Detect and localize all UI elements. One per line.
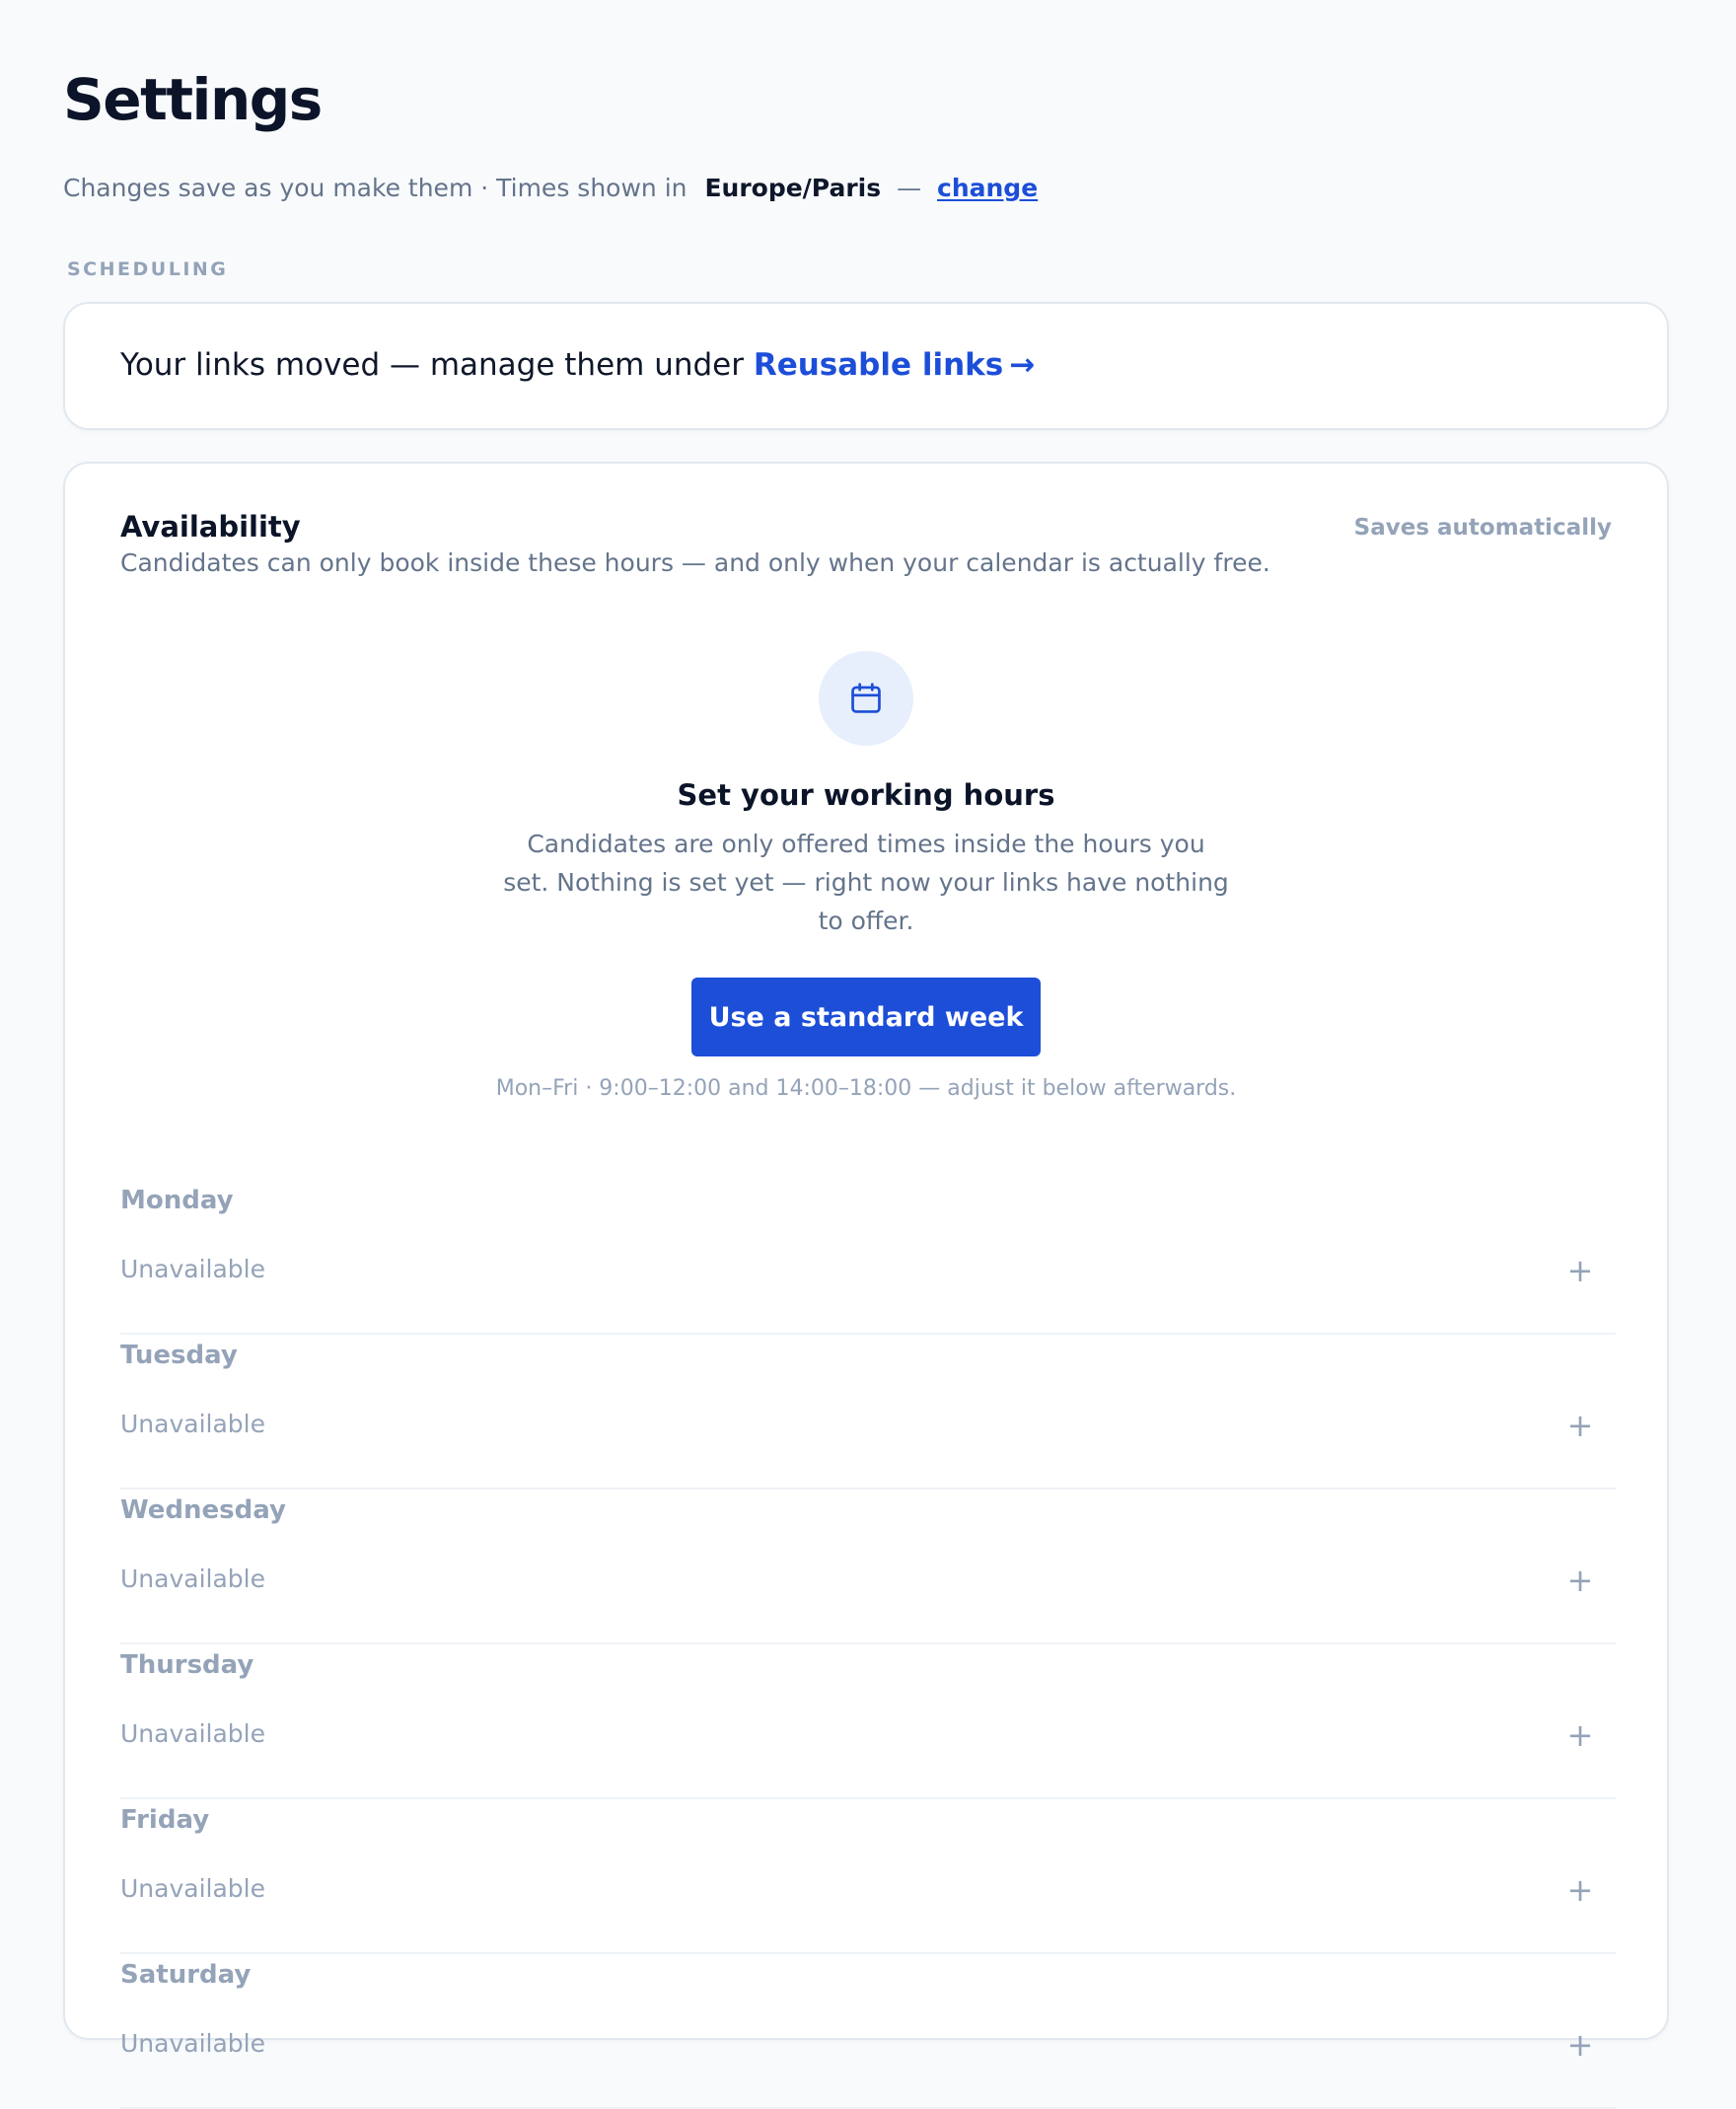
availability-description: Candidates can only book inside these ho… — [120, 548, 1270, 577]
availability-card: Availability Saves automatically Candida… — [63, 462, 1669, 2109]
add-hours-button[interactable]: + — [1562, 1408, 1598, 1443]
day-status: Unavailable — [120, 1410, 265, 1438]
calendar-icon-badge — [819, 651, 913, 746]
day-row-saturday: Saturday Unavailable + — [120, 1954, 1616, 2109]
day-row-friday: Friday Unavailable + — [120, 1799, 1616, 1954]
weekday-list: Monday Unavailable + Tuesday Unavailable… — [120, 1180, 1616, 2109]
reusable-links-link[interactable]: Reusable links → — [754, 347, 1035, 383]
notice-message: Your links moved — manage them under — [120, 347, 754, 383]
notice-text: Your links moved — manage them under Reu… — [120, 346, 1035, 384]
page-title: Settings — [63, 66, 323, 133]
timezone-value: Europe/Paris — [704, 174, 882, 202]
change-timezone-link[interactable]: change — [937, 174, 1038, 202]
subtitle-separator: — — [897, 174, 922, 202]
arrow-right-icon: → — [1009, 347, 1036, 383]
day-status: Unavailable — [120, 1719, 265, 1748]
reusable-links-label: Reusable links — [753, 347, 1004, 383]
day-name: Monday — [120, 1186, 234, 1215]
add-hours-button[interactable]: + — [1562, 1872, 1598, 1908]
day-name: Tuesday — [120, 1341, 238, 1370]
add-hours-button[interactable]: + — [1562, 1717, 1598, 1753]
day-status: Unavailable — [120, 2029, 265, 2058]
empty-state-title: Set your working hours — [677, 778, 1055, 812]
add-hours-button[interactable]: + — [1562, 2027, 1598, 2063]
add-hours-button[interactable]: + — [1562, 1563, 1598, 1598]
day-row-monday: Monday Unavailable + — [120, 1180, 1616, 1335]
empty-state-body: Candidates are only offered times inside… — [503, 830, 1229, 935]
day-row-thursday: Thursday Unavailable + — [120, 1644, 1616, 1799]
day-name: Thursday — [120, 1650, 254, 1680]
working-hours-empty-state: Set your working hours Candidates are on… — [65, 651, 1667, 1101]
day-status: Unavailable — [120, 1255, 265, 1283]
add-hours-button[interactable]: + — [1562, 1253, 1598, 1288]
availability-title: Availability — [120, 510, 301, 544]
day-status: Unavailable — [120, 1874, 265, 1903]
autosave-status: Saves automatically — [1353, 515, 1612, 541]
calendar-icon — [851, 683, 881, 713]
day-row-wednesday: Wednesday Unavailable + — [120, 1490, 1616, 1644]
day-name: Friday — [120, 1805, 210, 1835]
page-subtitle: Changes save as you make them · Times sh… — [63, 174, 1038, 203]
standard-week-hint: Mon–Fri · 9:00–12:00 and 14:00–18:00 — a… — [495, 1076, 1237, 1101]
day-name: Wednesday — [120, 1495, 286, 1525]
subtitle-text: Changes save as you make them · Times sh… — [63, 174, 687, 202]
day-name: Saturday — [120, 1960, 252, 1990]
section-label-scheduling: SCHEDULING — [67, 258, 229, 280]
links-moved-notice: Your links moved — manage them under Reu… — [63, 302, 1669, 430]
day-row-tuesday: Tuesday Unavailable + — [120, 1335, 1616, 1490]
use-standard-week-button[interactable]: Use a standard week — [691, 978, 1041, 1056]
day-status: Unavailable — [120, 1564, 265, 1593]
